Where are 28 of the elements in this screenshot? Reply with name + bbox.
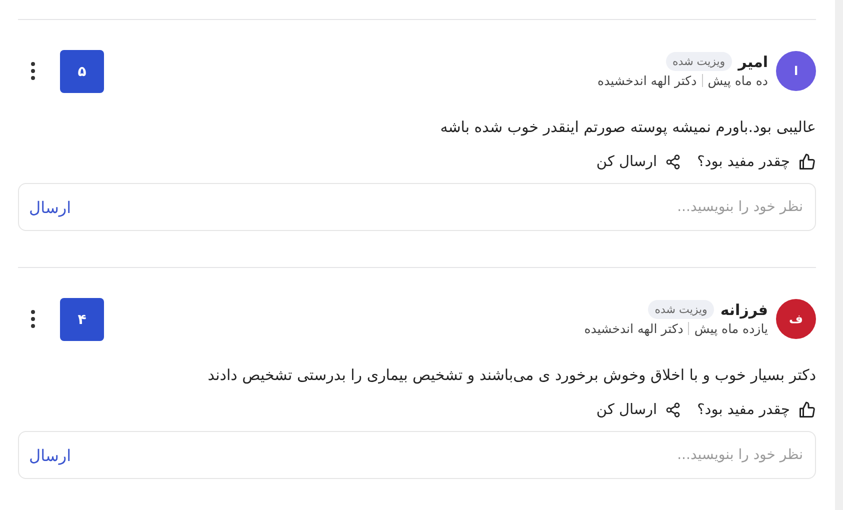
share-link[interactable]: ارسال کن xyxy=(596,154,658,170)
visited-badge: ویزیت شده xyxy=(648,300,714,319)
share-icon[interactable] xyxy=(665,402,682,418)
review-time: یازده ماه پیش xyxy=(694,321,768,336)
comment-field[interactable]: نظر خود را بنویسید... ارسال xyxy=(18,431,816,479)
share-link[interactable]: ارسال کن xyxy=(596,402,658,418)
comment-field[interactable]: نظر خود را بنویسید... ارسال xyxy=(18,183,816,231)
reviewer-name: فرزانه xyxy=(720,300,768,318)
review-time: ده ماه پیش xyxy=(708,73,768,88)
avatar: ا xyxy=(776,51,816,91)
share-icon[interactable] xyxy=(665,154,682,170)
more-icon[interactable] xyxy=(30,309,36,329)
thumbs-up-icon[interactable] xyxy=(798,401,816,419)
send-button[interactable]: ارسال xyxy=(29,196,72,218)
visited-badge: ویزیت شده xyxy=(666,52,732,71)
helpful-question: چقدر مفید بود؟ xyxy=(697,154,790,170)
avatar: ف xyxy=(776,299,816,339)
doctor-name: دکتر الهه اندخشیده xyxy=(584,321,684,336)
reviewer-name: امیر xyxy=(738,52,768,70)
rating-badge: ۴ xyxy=(60,298,104,341)
review-text: عالیبی بود.باورم نمیشه پوسته صورتم اینقدر خوب شده باشه xyxy=(439,117,816,137)
more-icon[interactable] xyxy=(30,61,36,81)
doctor-name: دکتر الهه اندخشیده xyxy=(598,73,697,88)
send-button[interactable]: ارسال xyxy=(29,444,72,466)
thumbs-up-icon[interactable] xyxy=(798,153,816,171)
helpful-question: چقدر مفید بود؟ xyxy=(697,402,790,418)
rating-badge: ۵ xyxy=(60,50,104,93)
review-text: دکتر بسیار خوب و با اخلاق وخوش برخورد ی می‌باشند و تشخیص بیماری را بدرستی تشخیص دادند xyxy=(206,365,816,385)
